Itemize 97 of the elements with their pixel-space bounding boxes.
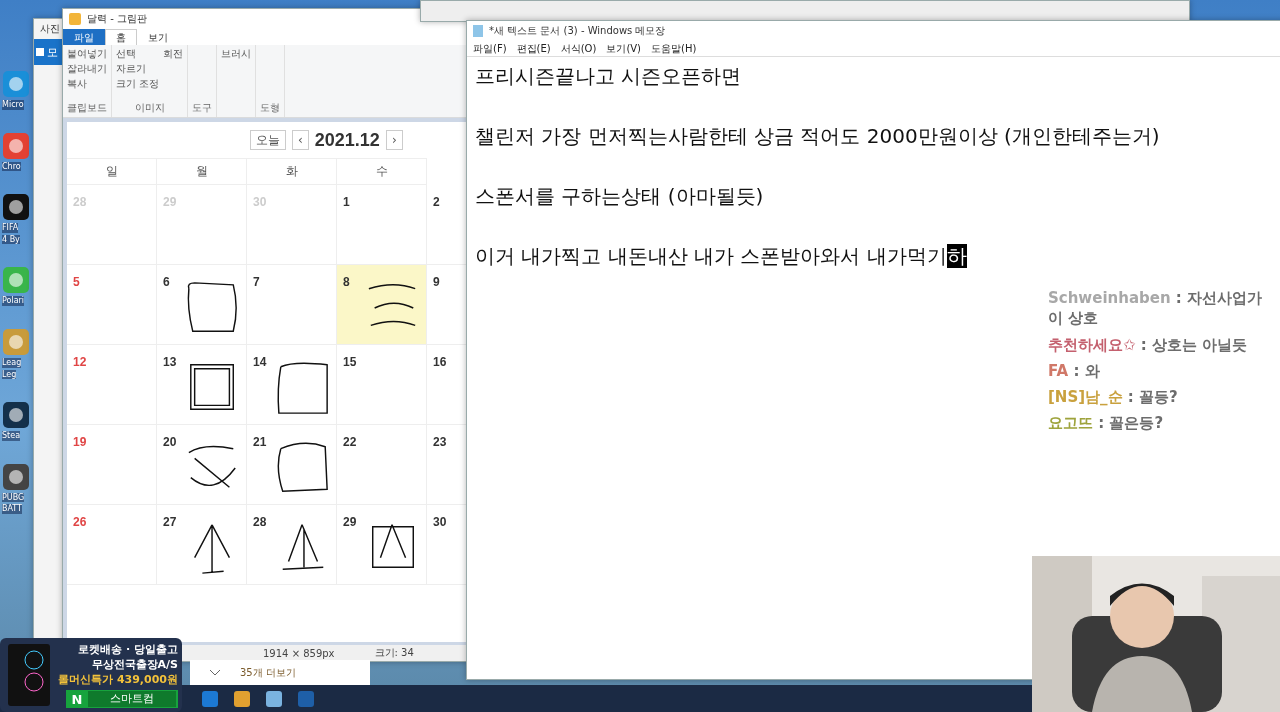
day-number: 26 [73, 515, 87, 529]
month-label: 2021.12 [314, 129, 380, 151]
chat-message: 요고뜨 : 꼴은등? [1048, 413, 1165, 434]
day-number: 22 [343, 435, 357, 449]
logo-letter: N [70, 691, 84, 707]
day-number: 5 [73, 275, 80, 289]
ribbon-button[interactable]: 붙여넣기 [67, 47, 107, 61]
desktop-icon-label[interactable]: Micro [2, 100, 24, 110]
scribble-drawing [190, 364, 234, 410]
chat-message: FA : 와 [1048, 360, 1101, 381]
next-button[interactable]: › [385, 130, 403, 150]
day-number: 28 [253, 515, 267, 529]
day-number: 16 [433, 355, 447, 369]
chat-message: Schweinhaben : 자선사업가 이 상호 [1048, 288, 1264, 329]
day-number: 15 [343, 355, 357, 369]
day-number: 27 [163, 515, 177, 529]
status-text: 1914 × 859px [263, 647, 335, 659]
today-button[interactable]: 오늘 [250, 130, 286, 150]
notepad-icon [473, 25, 483, 37]
group-label: 이미지 [133, 101, 166, 115]
desktop-icon-label[interactable]: FIFA [2, 223, 19, 233]
day-number: 19 [73, 435, 87, 449]
ad-text: 로켓배송 · 당일출고 [78, 642, 178, 657]
window-title: *새 텍스트 문서 (3) - Windows 메모장 [489, 24, 666, 38]
window-title: 사진 [40, 22, 60, 36]
group-label: 클립보드 [67, 101, 107, 115]
ad-text: 무상전국출장A/S [91, 657, 178, 672]
ribbon-button[interactable]: 선택 [116, 47, 160, 61]
desktop-icon-label[interactable]: Polari [2, 296, 25, 306]
day-number: 20 [163, 435, 177, 449]
group-label: 도형 [260, 101, 281, 115]
ribbon-button[interactable]: 복사 [67, 77, 107, 91]
menu-item[interactable]: 보기(V) [606, 41, 642, 56]
scribble-drawing [282, 524, 324, 570]
ribbon-tab[interactable]: 홈 [105, 29, 137, 45]
day-number: 13 [163, 355, 177, 369]
day-number: 8 [343, 275, 350, 289]
day-number: 9 [433, 275, 440, 289]
chat-message: 추천하세요✩ : 상호는 아닐듯 [1048, 334, 1249, 355]
desktop-icon-label[interactable]: BATT [2, 504, 22, 514]
day-number: 7 [253, 275, 260, 289]
more-link[interactable]: 35개 더보기 [240, 665, 296, 680]
day-number: 21 [253, 435, 267, 449]
selected-text: 하 [946, 244, 967, 268]
image-icon [36, 48, 44, 56]
scribble-drawing [193, 524, 231, 574]
ad-text: 롤머신특가 439,000원 [58, 672, 178, 687]
taskbar-icon[interactable] [200, 688, 220, 709]
ribbon-button[interactable]: 잘라내기 [67, 62, 107, 76]
menu-item[interactable]: 도움말(H) [651, 41, 697, 56]
desktop-icon-label[interactable]: PUBG [2, 492, 25, 503]
scribble-drawing [187, 282, 237, 332]
taskbar-icon[interactable] [232, 688, 252, 709]
scribble-drawing [277, 362, 328, 414]
app-icon[interactable] [2, 462, 30, 491]
scribble-drawing [277, 442, 328, 492]
desktop-icon-label[interactable]: Leg [2, 369, 17, 380]
chevron-icon [210, 669, 220, 676]
day-number: 30 [433, 515, 447, 529]
desktop-icon-label[interactable]: Stea [2, 431, 21, 441]
text-line: 프리시즌끝나고 시즌오픈하면 [475, 64, 742, 88]
menu-item[interactable]: 서식(O) [560, 41, 597, 56]
day-number: 2 [433, 195, 440, 209]
day-number: 29 [343, 515, 357, 529]
text-line: 챌린저 가장 먼저찍는사람한테 상금 적어도 2000만원이상 (개인한테주는거) [475, 124, 1160, 148]
scribble-drawing [188, 445, 236, 489]
text-line: 이거 내가찍고 내돈내산 내가 스폰받아와서 내가먹기 [475, 244, 947, 268]
chat-message: [NS]남_순 : 꼴등? [1048, 387, 1179, 408]
prev-button[interactable]: ‹ [292, 130, 309, 150]
ribbon-button[interactable]: 브러시 [221, 47, 252, 61]
ribbon-button[interactable]: 회전 [163, 47, 184, 61]
taskbar-icon[interactable] [264, 688, 284, 709]
day-number: 6 [163, 275, 170, 289]
group-label: 도구 [192, 101, 213, 115]
ribbon-button[interactable]: 자르기 [116, 62, 160, 76]
menu-item[interactable]: 파일(F) [473, 41, 507, 56]
ribbon-button[interactable]: 크기 조정 [116, 77, 160, 91]
text-line: 스폰서를 구하는상태 (아마될듯) [475, 184, 764, 208]
ad-banner[interactable]: 로켓배송 · 당일출고 무상전국출장A/S 롤머신특가 439,000원 N 스마트컴 [0, 638, 182, 712]
desktop-icon-label[interactable]: Leag [2, 357, 22, 368]
day-number: 1 [343, 195, 350, 209]
scribble-drawing [368, 284, 416, 327]
status-text: 크기: 34 [374, 646, 414, 660]
day-number: 12 [73, 355, 87, 369]
day-number: 14 [253, 355, 267, 369]
ad-button[interactable]: 스마트컴 [88, 691, 176, 707]
app-icon[interactable] [2, 193, 30, 222]
ribbon-tab[interactable]: 파일 [63, 29, 105, 45]
day-number: 23 [433, 435, 447, 449]
paint-icon [69, 13, 81, 25]
nav-item[interactable]: 모 [34, 39, 62, 65]
scribble-drawing [372, 524, 414, 569]
menu-item[interactable]: 편집(E) [516, 41, 551, 56]
window-title: 달력 - 그림판 [87, 12, 147, 26]
app-icon[interactable] [2, 401, 30, 430]
desktop-icon-label[interactable]: Chro [2, 161, 21, 172]
desktop-icon-label[interactable]: 4 By [2, 234, 20, 245]
